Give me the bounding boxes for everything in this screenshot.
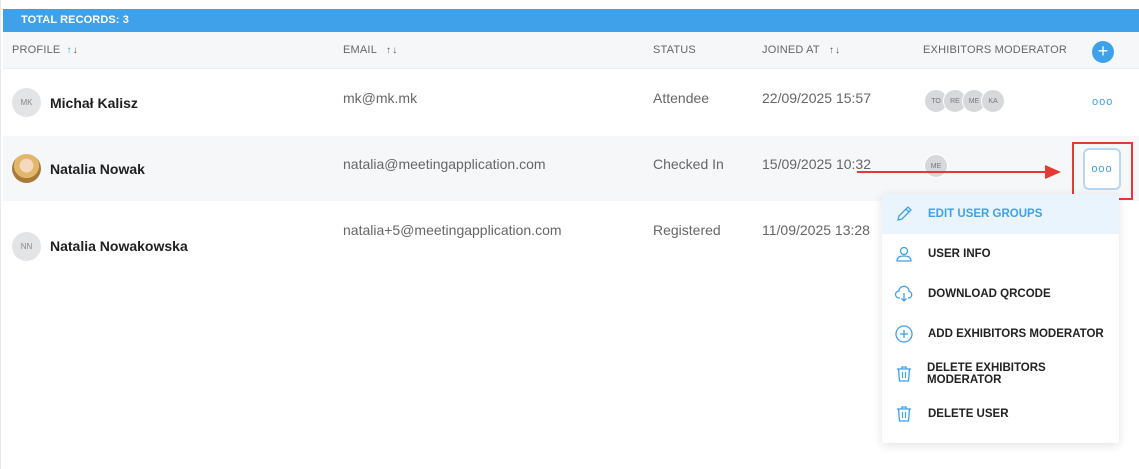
- user-email: natalia+5@meetingapplication.com: [343, 222, 562, 238]
- user-email: mk@mk.mk: [343, 90, 418, 106]
- column-profile-label: PROFILE: [12, 44, 61, 56]
- menu-item-label: DELETE EXHIBITORS MODERATOR: [927, 362, 1046, 386]
- user-name: Natalia Nowak: [50, 161, 145, 177]
- column-joined-label: JOINED AT: [762, 44, 820, 56]
- email-sort-icon[interactable]: ↑ ↓: [386, 45, 397, 56]
- user-status: Attendee: [653, 90, 710, 106]
- menu-item-delete-user[interactable]: DELETE USER: [882, 394, 1119, 434]
- column-status: STATUS: [653, 44, 696, 56]
- cloud-download-icon: [882, 284, 926, 304]
- column-moderator: EXHIBITORS MODERATOR: [923, 44, 1067, 56]
- avatar: NN: [12, 232, 41, 261]
- table-row[interactable]: MK Michał Kalisz mk@mk.mk Attendee 22/09…: [3, 70, 1139, 136]
- avatar: [12, 154, 41, 183]
- add-user-button[interactable]: +: [1092, 41, 1114, 63]
- user-status: Registered: [653, 222, 721, 238]
- context-menu: EDIT USER GROUPS USER INFO DOWNLOAD QRCO…: [882, 194, 1119, 443]
- menu-item-label: DELETE USER: [928, 408, 1009, 420]
- user-joined: 15/09/2025 10:32: [762, 156, 871, 172]
- user-joined: 11/09/2025 13:28: [762, 222, 870, 238]
- moderator-avatars: TO RE ME KA: [924, 89, 1005, 113]
- column-status-label: STATUS: [653, 44, 696, 56]
- menu-item-edit-user-groups[interactable]: EDIT USER GROUPS: [882, 194, 1119, 234]
- pencil-icon: [882, 204, 926, 224]
- trash-icon: [882, 364, 925, 384]
- trash-icon: [882, 404, 926, 424]
- user-icon: [882, 244, 926, 264]
- user-email: natalia@meetingapplication.com: [343, 156, 546, 172]
- menu-item-label: EDIT USER GROUPS: [928, 208, 1043, 220]
- user-name: Natalia Nowakowska: [50, 238, 188, 254]
- more-options-icon[interactable]: ooo: [1092, 96, 1113, 108]
- menu-item-label: USER INFO: [928, 248, 991, 260]
- column-email-label: EMAIL: [343, 44, 378, 56]
- menu-item-download-qrcode[interactable]: DOWNLOAD QRCODE: [882, 274, 1119, 314]
- user-joined: 22/09/2025 15:57: [762, 90, 871, 106]
- annotation-arrow-icon: [857, 165, 1061, 179]
- annotation-highlight-box: [1072, 142, 1133, 200]
- menu-item-label: ADD EXHIBITORS MODERATOR: [928, 328, 1104, 340]
- user-status: Checked In: [653, 156, 724, 172]
- column-profile[interactable]: PROFILE ↑ ↓: [12, 44, 78, 56]
- total-records-bar: TOTAL RECORDS: 3: [3, 9, 1139, 32]
- column-moderator-label: EXHIBITORS MODERATOR: [923, 44, 1067, 56]
- menu-item-delete-exhibitors-moderator[interactable]: DELETE EXHIBITORS MODERATOR: [882, 354, 1119, 394]
- user-name: Michał Kalisz: [50, 95, 138, 111]
- column-email[interactable]: EMAIL ↑ ↓: [343, 44, 397, 56]
- user-list-page: TOTAL RECORDS: 3 PROFILE ↑ ↓ EMAIL ↑ ↓ STA…: [0, 0, 1139, 469]
- menu-item-label: DOWNLOAD QRCODE: [928, 288, 1051, 300]
- moderator-avatar: KA: [981, 89, 1005, 113]
- avatar: MK: [12, 88, 41, 117]
- menu-item-add-exhibitors-moderator[interactable]: ADD EXHIBITORS MODERATOR: [882, 314, 1119, 354]
- column-joined[interactable]: JOINED AT ↑ ↓: [762, 44, 840, 56]
- plus-circle-icon: [882, 324, 926, 344]
- profile-sort-icon[interactable]: ↑ ↓: [66, 45, 77, 56]
- table-header: PROFILE ↑ ↓ EMAIL ↑ ↓ STATUS JOINED AT ↑ ↓ …: [3, 32, 1139, 69]
- joined-sort-icon[interactable]: ↑ ↓: [829, 45, 840, 56]
- menu-item-user-info[interactable]: USER INFO: [882, 234, 1119, 274]
